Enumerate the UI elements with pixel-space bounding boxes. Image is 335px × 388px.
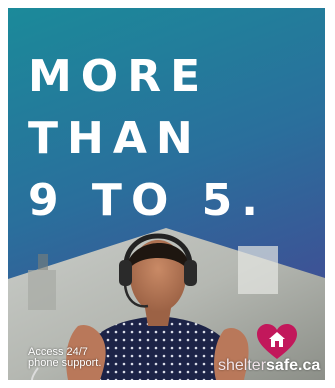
advertisement-banner[interactable]: MORE THAN 9 TO 5. Access 24/7 phone supp… [8, 8, 325, 380]
caption-line-2: phone support. [28, 357, 102, 369]
sheltersafe-logo[interactable]: sheltersafe.ca [218, 323, 320, 377]
heart-house-icon [257, 324, 297, 359]
logo-text-safe: safe.ca [266, 357, 321, 374]
logo-wordmark: sheltersafe.ca [218, 357, 320, 375]
logo-text-shelter: shelter [218, 357, 267, 374]
support-caption: Access 24/7 phone support. [28, 347, 101, 369]
